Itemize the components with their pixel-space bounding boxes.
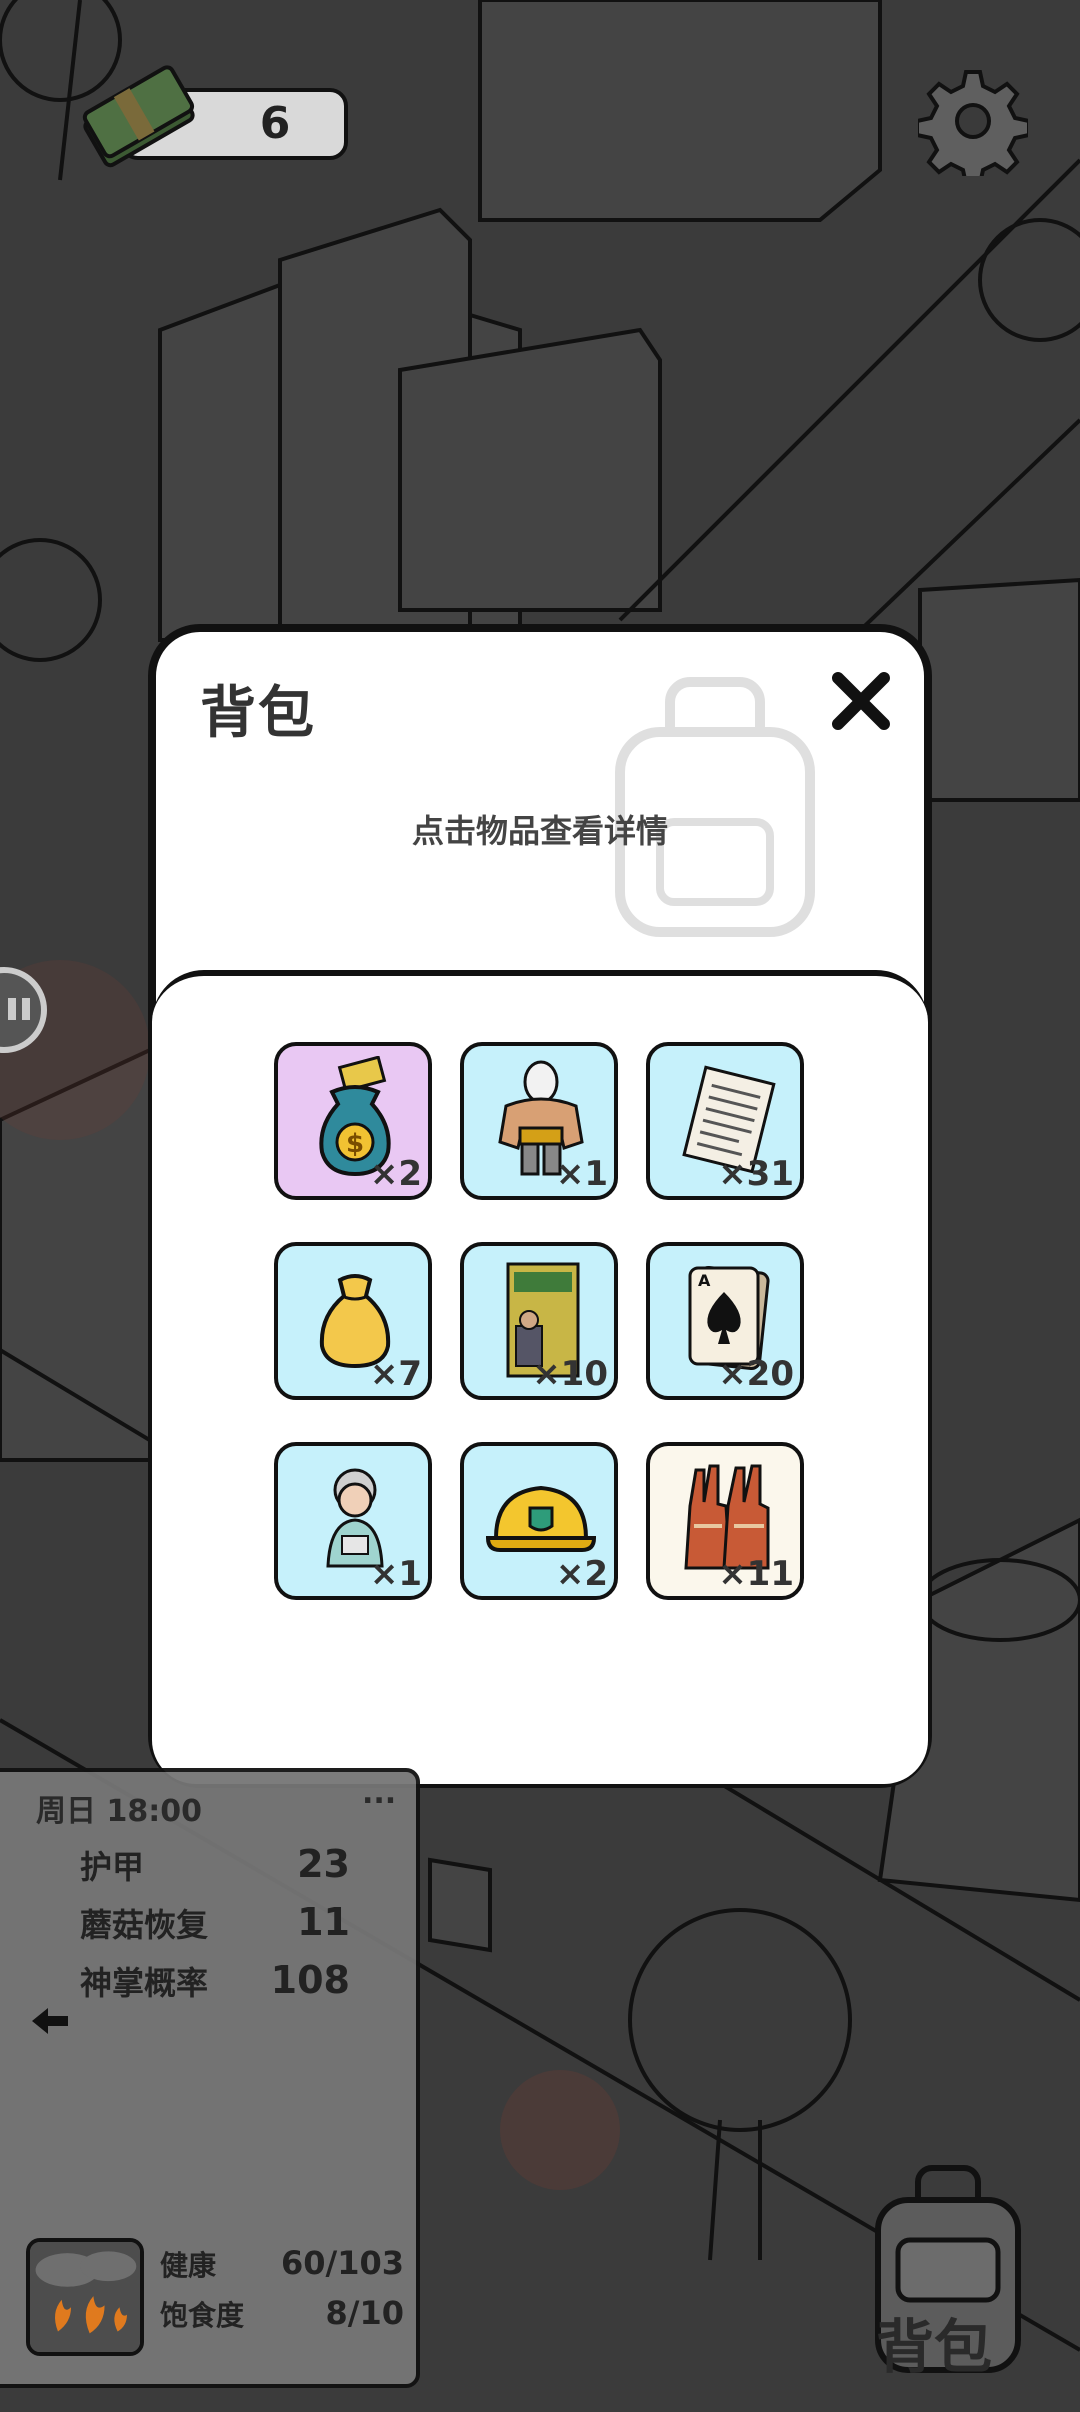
- item-slot-book[interactable]: ×10: [460, 1242, 618, 1400]
- svg-text:A: A: [698, 1271, 711, 1290]
- stat-label: 神掌概率: [80, 1964, 209, 2002]
- svg-text:$: $: [346, 1129, 364, 1159]
- stat-value: 23: [297, 1842, 350, 1886]
- item-slot-gloves[interactable]: ×11: [646, 1442, 804, 1600]
- item-count: ×20: [718, 1354, 794, 1394]
- vital-label: 健康: [160, 2249, 217, 2282]
- item-slot-wrestler[interactable]: ×1: [460, 1042, 618, 1200]
- stat-label: 护甲: [80, 1848, 145, 1886]
- stat-armor: 护甲 23: [80, 1842, 350, 1894]
- stat-value: 108: [270, 1958, 350, 2002]
- vital-satiety: 饱食度 8/10: [160, 2294, 404, 2334]
- vital-label: 饱食度: [160, 2299, 245, 2332]
- stat-value: 11: [297, 1900, 350, 1944]
- cash-stack-icon: [82, 65, 195, 168]
- more-options[interactable]: ...: [362, 1776, 396, 1811]
- vital-health: 健康 60/103: [160, 2244, 404, 2284]
- modal-title: 背包: [200, 681, 316, 746]
- item-slot-helmet[interactable]: ×2: [460, 1442, 618, 1600]
- item-slot-document[interactable]: ×31: [646, 1042, 804, 1200]
- item-slot-spade-card[interactable]: A ×20: [646, 1242, 804, 1400]
- vital-value: 60/103: [280, 2244, 404, 2282]
- stat-label: 蘑菇恢复: [80, 1906, 209, 1944]
- item-count: ×2: [369, 1154, 422, 1194]
- item-count: ×11: [718, 1554, 794, 1594]
- gear-icon[interactable]: [918, 66, 1028, 176]
- vital-value: 8/10: [325, 2294, 404, 2332]
- item-count: ×31: [718, 1154, 794, 1194]
- inventory-grid: $ ×2 ×1 ×31 ×7 ×10 A ×20 ×1 ×2 ×11: [152, 970, 928, 1784]
- item-count: ×10: [532, 1354, 608, 1394]
- item-slot-golden-bag[interactable]: ×7: [274, 1242, 432, 1400]
- game-time: 周日 18:00: [36, 1794, 202, 1829]
- item-count: ×1: [555, 1154, 608, 1194]
- stat-mushroom-recovery: 蘑菇恢复 11: [80, 1900, 350, 1952]
- money-value: 6: [259, 98, 291, 149]
- stat-divine-palm-chance: 神掌概率 108: [80, 1958, 350, 2010]
- close-icon[interactable]: [828, 668, 894, 734]
- item-slot-money-bag[interactable]: $ ×2: [274, 1042, 432, 1200]
- item-count: ×7: [369, 1354, 422, 1394]
- side-tab-icon[interactable]: [0, 960, 48, 1060]
- item-count: ×2: [555, 1554, 608, 1594]
- modal-hint: 点击物品查看详情: [411, 812, 668, 850]
- arrow-left-icon[interactable]: [30, 2006, 70, 2036]
- backpack-button-label[interactable]: 背包: [876, 2300, 992, 2384]
- fire-thumbnail: [26, 2238, 144, 2356]
- item-count: ×1: [369, 1554, 422, 1594]
- item-slot-statue[interactable]: ×1: [274, 1442, 432, 1600]
